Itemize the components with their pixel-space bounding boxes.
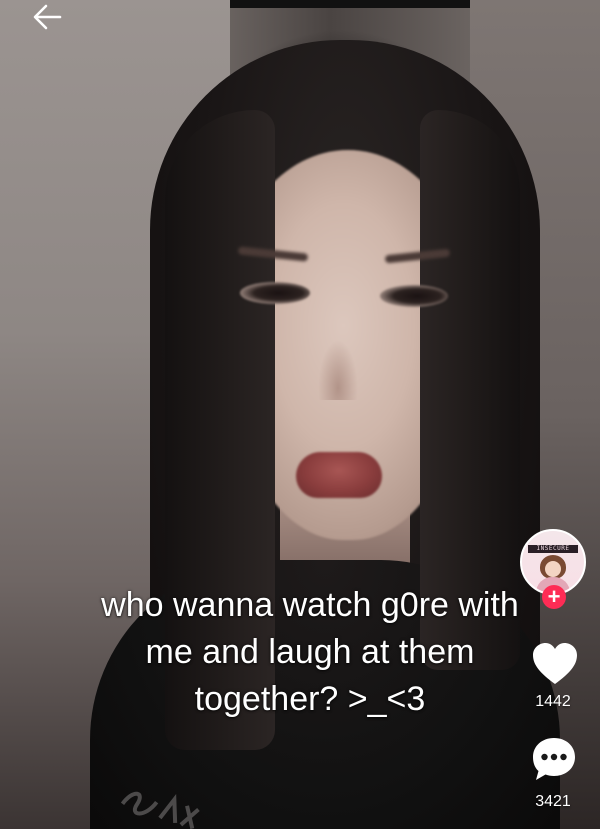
heart-icon <box>533 643 577 684</box>
caption-line-2: me and laugh at them <box>145 633 475 671</box>
eye-left <box>240 282 310 304</box>
caption-line-1: who wanna watch g0re with <box>101 586 519 624</box>
comment-count: 3421 <box>535 793 571 810</box>
comment-bubble-icon <box>533 738 575 780</box>
back-button[interactable] <box>30 2 64 32</box>
plus-icon: + <box>547 584 561 609</box>
avatar-banner-text: INSECURE <box>528 545 578 553</box>
eye-right <box>380 285 448 307</box>
follow-button[interactable]: + <box>542 585 566 609</box>
nose <box>318 340 358 400</box>
video-caption: who wanna watch g0re with me and laugh a… <box>40 582 580 723</box>
caption-line-3: together? >_<3 <box>194 680 426 718</box>
video-screen[interactable]: who wanna watch g0re with me and laugh a… <box>0 0 600 829</box>
like-button[interactable] <box>530 640 580 688</box>
avatar-character-face <box>545 561 561 577</box>
like-count: 1442 <box>535 693 571 710</box>
comment-button[interactable] <box>530 735 578 783</box>
back-arrow-icon <box>33 4 62 30</box>
creator-avatar-group: INSECURE + <box>520 529 586 609</box>
lips <box>296 452 382 498</box>
